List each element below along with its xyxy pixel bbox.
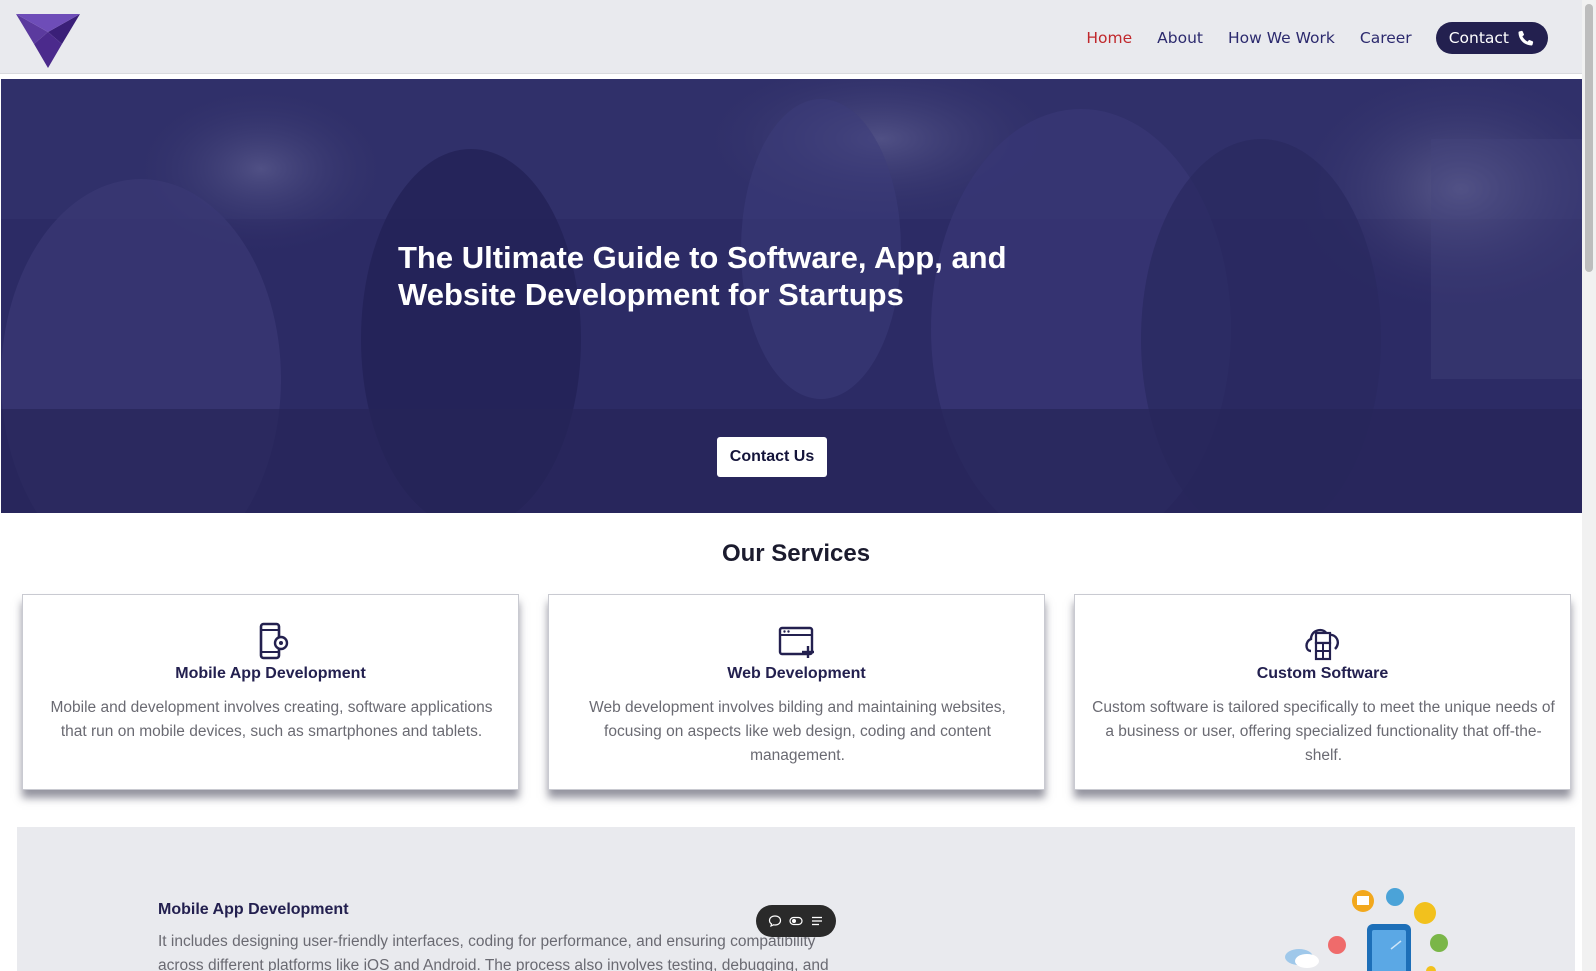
floating-toolbar xyxy=(756,905,836,937)
hero-banner: The Ultimate Guide to Software, App, and… xyxy=(1,79,1592,513)
site-header: Home About How We Work Career Contact xyxy=(0,0,1596,74)
custom-software-icon xyxy=(1304,628,1339,661)
card-description: Custom software is tailored specifically… xyxy=(1092,699,1555,764)
contact-us-button[interactable]: Contact Us xyxy=(717,437,827,477)
service-detail-section: Mobile App Development It includes desig… xyxy=(17,827,1575,971)
card-title: Custom Software xyxy=(1256,665,1389,682)
menu-list-icon[interactable] xyxy=(810,914,824,928)
service-card-web[interactable]: Web Development Web development involves… xyxy=(548,594,1045,790)
contact-button[interactable]: Contact xyxy=(1435,22,1548,54)
company-logo[interactable] xyxy=(14,10,84,70)
nav-how-we-work[interactable]: How We Work xyxy=(1228,25,1335,51)
nav-home[interactable]: Home xyxy=(1086,25,1132,51)
detail-title: Mobile App Development xyxy=(158,901,349,918)
nav-career[interactable]: Career xyxy=(1360,25,1412,51)
detail-text: It includes designing user-friendly inte… xyxy=(158,933,829,971)
hero-title: The Ultimate Guide to Software, App, and… xyxy=(398,240,1007,312)
page: Home About How We Work Career Contact Th… xyxy=(0,0,1596,971)
nav-about[interactable]: About xyxy=(1157,25,1203,51)
comment-icon[interactable] xyxy=(768,914,782,928)
mobile-apps-illustration-icon xyxy=(1285,888,1448,971)
page-scrollbar[interactable] xyxy=(1582,0,1596,971)
main-nav: Home About How We Work Career Contact xyxy=(1061,22,1548,54)
service-card-custom[interactable]: Custom Software Custom software is tailo… xyxy=(1074,594,1571,790)
services-heading: Our Services xyxy=(721,540,871,567)
card-title: Mobile App Development xyxy=(175,665,366,682)
card-title: Web Development xyxy=(727,665,866,682)
card-description: Web development involves bilding and mai… xyxy=(589,699,1006,764)
contact-button-label: Contact xyxy=(1448,29,1509,47)
toggle-icon[interactable] xyxy=(789,914,803,928)
mobile-gear-icon xyxy=(259,622,288,660)
browser-add-icon xyxy=(778,626,814,658)
service-card-mobile[interactable]: Mobile App Development Mobile and develo… xyxy=(22,594,519,790)
scrollbar-thumb[interactable] xyxy=(1585,4,1593,272)
card-description: Mobile and development involves creating… xyxy=(50,699,493,740)
phone-icon xyxy=(1518,30,1534,46)
